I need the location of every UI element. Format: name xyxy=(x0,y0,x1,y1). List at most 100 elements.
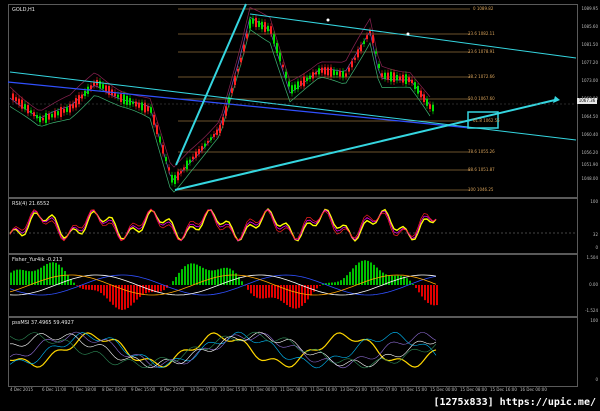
candle-body xyxy=(84,90,86,97)
fisher-bar xyxy=(286,285,288,306)
fisher-bar xyxy=(25,270,27,285)
fisher-bar xyxy=(13,270,15,285)
fisher-bar xyxy=(187,264,189,285)
candle-body xyxy=(378,63,380,69)
time-tick: 13 Dec 23:00 xyxy=(340,387,367,392)
anchor-point xyxy=(326,18,330,22)
candle-body xyxy=(309,75,311,80)
channel-line-top xyxy=(249,13,577,59)
candle-body xyxy=(249,19,251,29)
fisher-bar xyxy=(46,263,48,285)
fisher-bar xyxy=(301,285,303,306)
candle-body xyxy=(213,134,215,137)
time-tick: 11 Dec 16:00 xyxy=(310,387,337,392)
fisher-bar xyxy=(205,269,207,285)
fib-label: 61.8 1062.55 xyxy=(473,118,500,123)
candle-body xyxy=(366,35,368,40)
fisher-bar xyxy=(19,269,21,285)
candle-body xyxy=(150,107,152,113)
candle-body xyxy=(267,25,269,32)
candle-body xyxy=(54,111,56,118)
fisher-bar xyxy=(376,267,378,285)
candle-body xyxy=(231,88,233,94)
fisher-bar xyxy=(334,282,336,285)
fisher-bar xyxy=(55,262,57,285)
fisher-bar xyxy=(343,278,345,285)
fisher-bar xyxy=(115,285,117,308)
price-tick: 1048.00 xyxy=(581,176,598,181)
fisher-bar xyxy=(436,285,438,306)
fisher-bar xyxy=(184,266,186,285)
candle-body xyxy=(222,117,224,126)
fib-label: 23.6 1082.11 xyxy=(468,31,495,36)
fisher-bar xyxy=(352,268,354,285)
candle-body xyxy=(420,90,422,98)
candle-body xyxy=(234,75,236,85)
price-tick: 1056.20 xyxy=(581,150,598,155)
candle-body xyxy=(24,104,26,110)
fib-label: 23.6 1078.91 xyxy=(468,49,495,54)
candle-body xyxy=(237,68,239,72)
candle-body xyxy=(207,140,209,143)
time-tick: 14 Dec 15:00 xyxy=(400,387,427,392)
candle-body xyxy=(294,84,296,91)
candle-body xyxy=(81,94,83,99)
candle-body xyxy=(132,101,134,104)
price-tick: 1051.90 xyxy=(581,162,598,167)
candle-body xyxy=(159,136,161,143)
time-tick: 6 Dec 11:00 xyxy=(42,387,67,392)
fisher-bar xyxy=(202,267,204,285)
candle-body xyxy=(333,70,335,76)
fisher-bar xyxy=(49,262,51,285)
fisher-bar xyxy=(397,275,399,285)
candle-body xyxy=(291,85,293,94)
candle-body xyxy=(261,21,263,30)
candle-body xyxy=(312,72,314,79)
candle-body xyxy=(357,49,359,58)
time-tick: 10 Dec 15:00 xyxy=(220,387,247,392)
candle-body xyxy=(339,71,341,77)
fisher-bar xyxy=(211,270,213,285)
fib-label: 100 1046.25 xyxy=(468,187,494,192)
candle-body xyxy=(315,72,317,75)
candle-body xyxy=(372,35,374,43)
candle-body xyxy=(324,67,326,75)
candle-body xyxy=(375,51,377,54)
fisher-bar xyxy=(355,265,357,285)
fisher-bar xyxy=(430,285,432,305)
candle-body xyxy=(342,71,344,78)
candle-body xyxy=(288,81,290,87)
fisher-bar xyxy=(277,285,279,300)
candle-body xyxy=(423,94,425,103)
candle-body xyxy=(123,94,125,105)
psych-line xyxy=(9,331,437,369)
fisher-bar xyxy=(265,285,267,299)
candle-body xyxy=(99,80,101,89)
fisher-bar xyxy=(82,285,84,290)
fisher-bar xyxy=(118,285,120,310)
fisher-bar xyxy=(382,272,384,285)
candle-body xyxy=(393,72,395,82)
fisher-tick: 0.00 xyxy=(589,282,598,287)
candle-body xyxy=(303,76,305,87)
price-tick: 1073.00 xyxy=(581,78,598,83)
fisher-bar xyxy=(433,285,435,306)
candle-body xyxy=(138,102,140,108)
fisher-bar xyxy=(10,272,12,285)
fisher-bar xyxy=(37,269,39,285)
fisher-bar xyxy=(112,285,114,305)
candle-body xyxy=(252,18,254,24)
fisher-bar xyxy=(292,285,294,309)
fisher-bar xyxy=(193,263,195,285)
fisher-bar xyxy=(88,285,90,290)
time-tick: 15 Dec 00:00 xyxy=(430,387,457,392)
candle-body xyxy=(369,30,371,33)
fisher-bar xyxy=(208,270,210,285)
fisher-bar xyxy=(406,278,408,285)
candle-body xyxy=(45,113,47,123)
candle-body xyxy=(426,98,428,106)
candle-body xyxy=(300,80,302,86)
fisher-bar xyxy=(340,280,342,285)
candle-body xyxy=(48,114,50,120)
fisher-bar xyxy=(85,285,87,290)
